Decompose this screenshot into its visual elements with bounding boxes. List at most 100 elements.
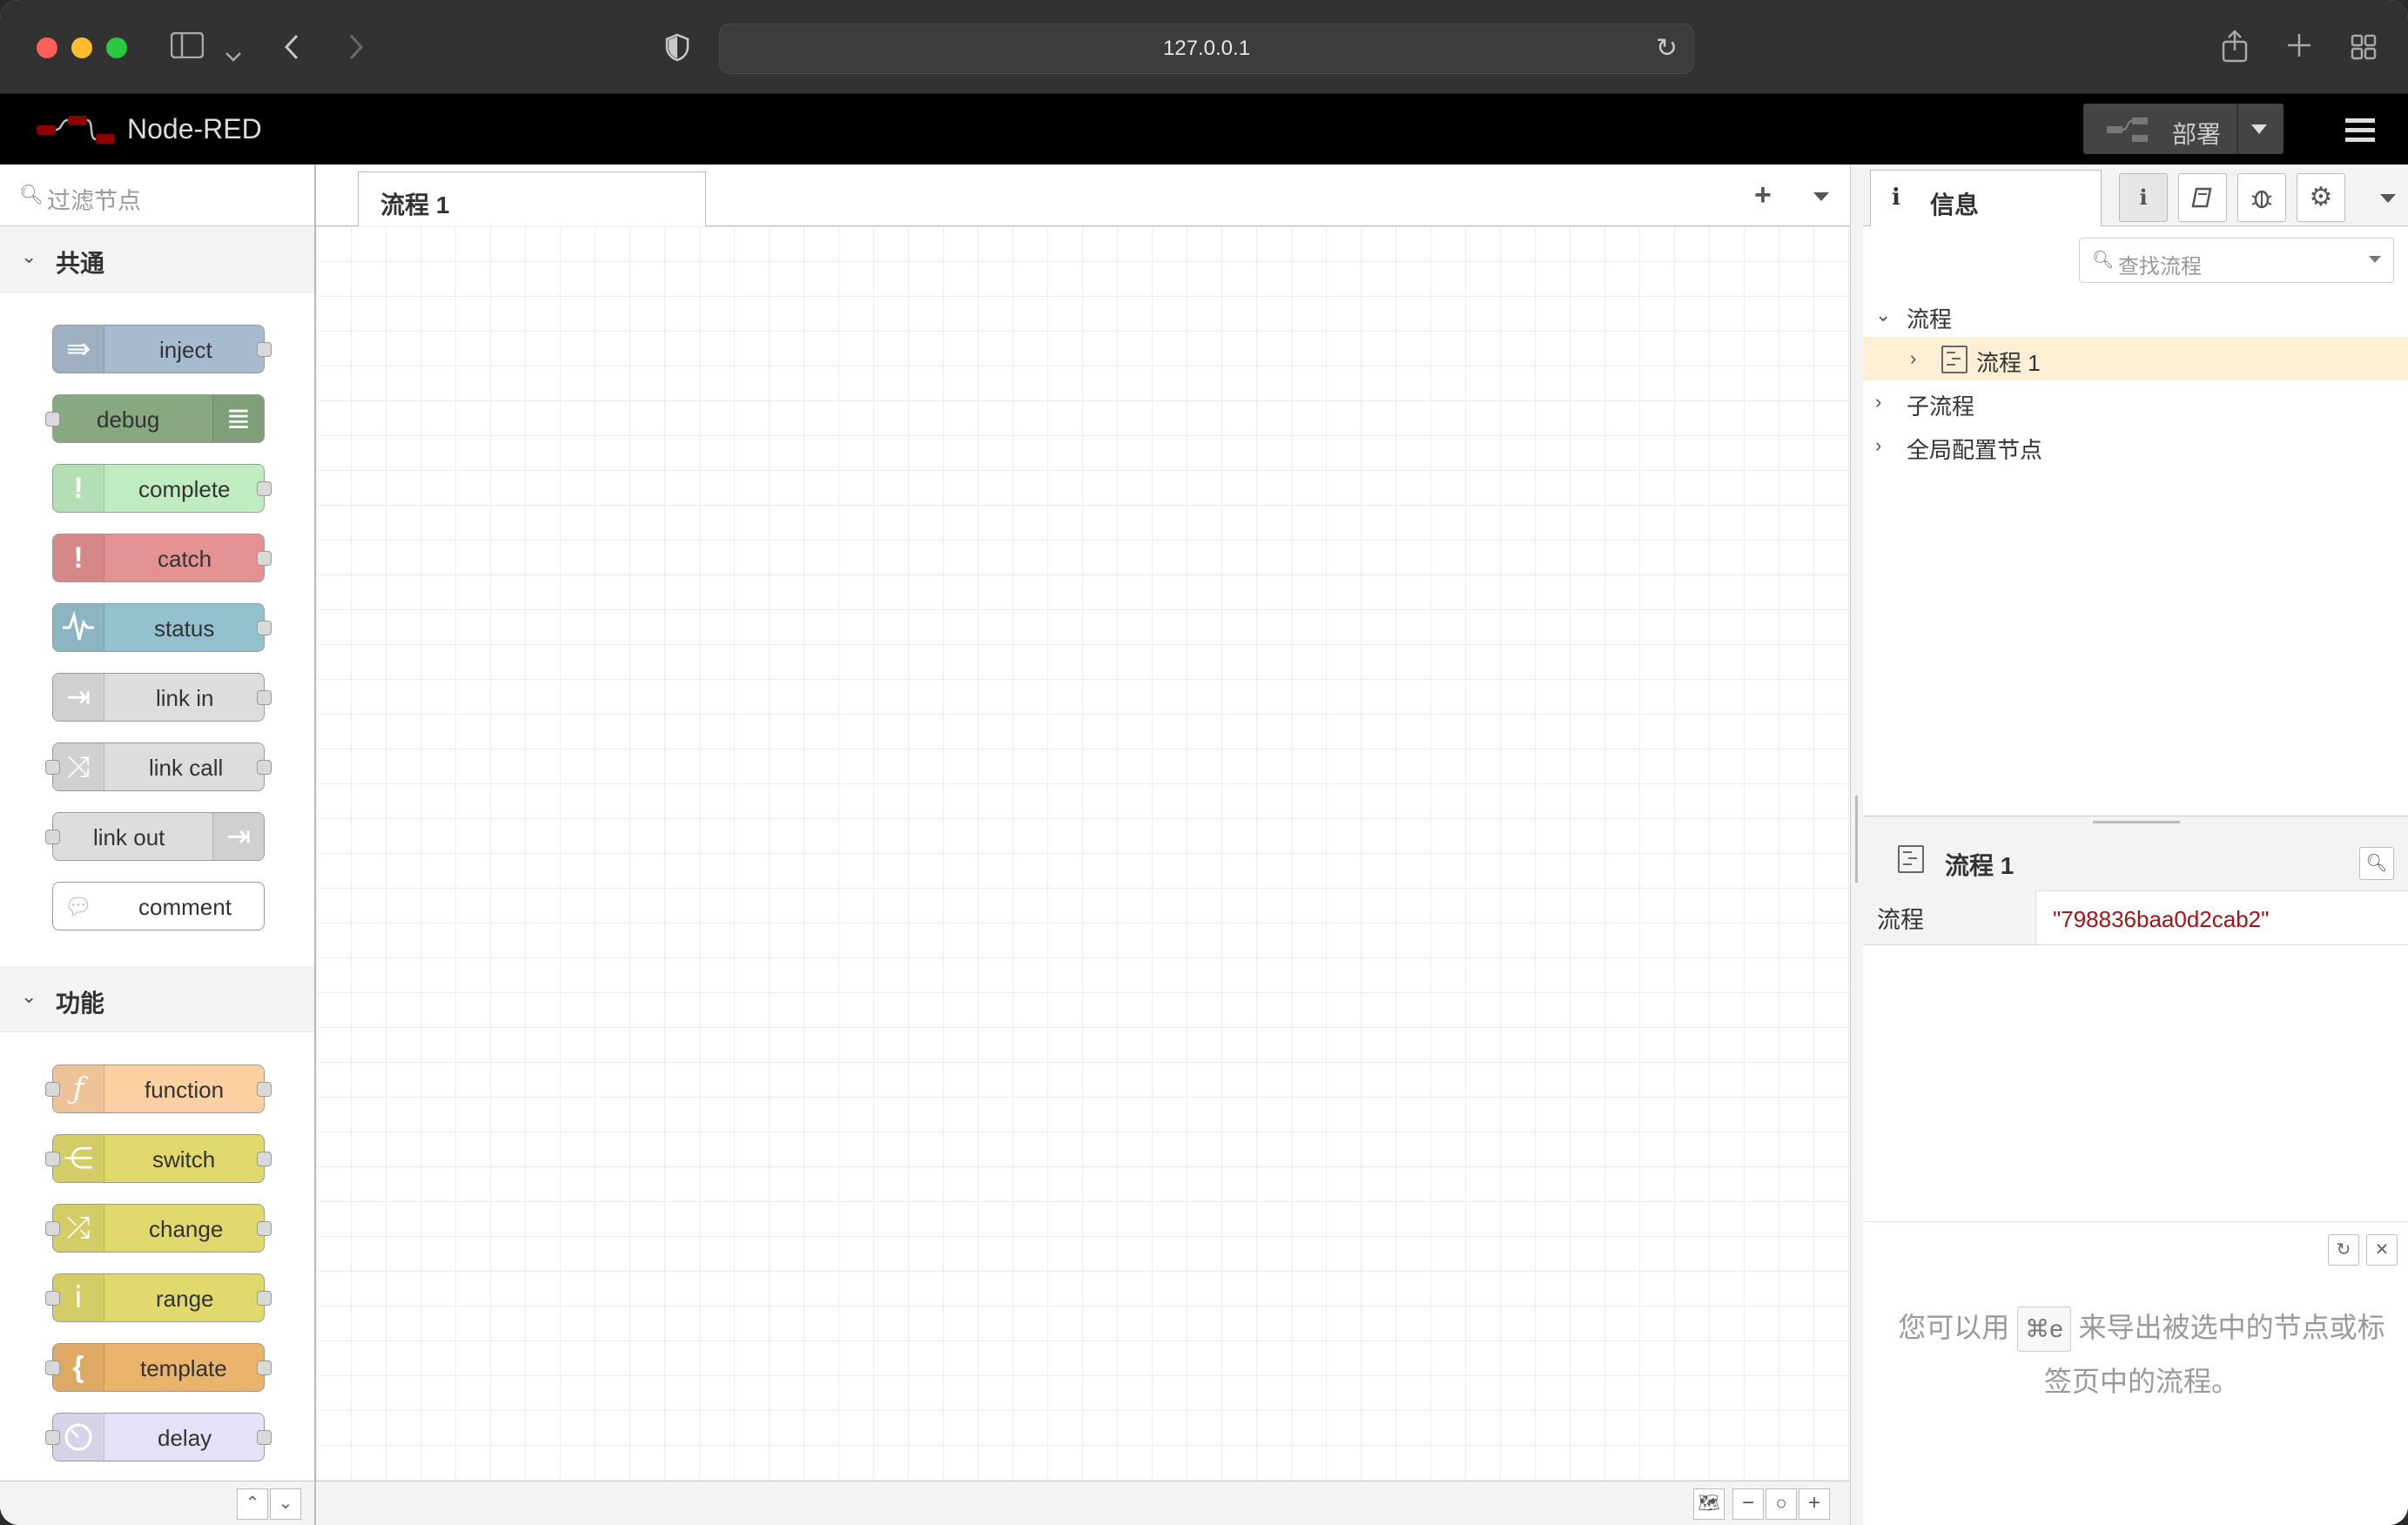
add-flow-icon[interactable]: +: [1754, 178, 1772, 212]
tab-label: 流程 1: [380, 191, 450, 218]
browser-toolbar: 127.0.0.1 ↻: [0, 0, 2408, 94]
palette-node-switch[interactable]: ⋲ switch: [45, 1134, 272, 1183]
tab-label: 信息: [1930, 191, 1980, 218]
node-label: complete: [138, 476, 231, 502]
tree-item-subflows[interactable]: › 子流程: [1863, 380, 2408, 424]
sidebar-menu-caret-icon[interactable]: [2380, 194, 2396, 203]
tree-label: 流程: [1907, 306, 1953, 333]
output-port: [257, 690, 272, 705]
shuffle-icon: ⤮: [53, 1205, 104, 1252]
palette-node-status[interactable]: status: [52, 603, 272, 652]
input-port: [45, 1360, 60, 1375]
input-port: [45, 1152, 60, 1166]
input-port: [45, 760, 60, 775]
share-icon[interactable]: [2222, 30, 2248, 69]
new-tab-icon[interactable]: [2286, 31, 2312, 64]
forward-icon[interactable]: [348, 33, 364, 66]
deploy-button[interactable]: 部署: [2083, 104, 2284, 154]
chevron-down-icon[interactable]: [225, 37, 242, 70]
node-label: catch: [158, 546, 212, 572]
bug-icon[interactable]: [2237, 173, 2286, 222]
node-label: debug: [97, 406, 160, 433]
search-options-caret-icon[interactable]: [2369, 256, 2381, 263]
tab-info[interactable]: i 信息: [1870, 170, 2102, 226]
shield-icon[interactable]: [665, 33, 689, 67]
palette-node-debug[interactable]: debug ≣: [45, 394, 265, 443]
workspace-footer: 🗺︎ − ○ +: [316, 1481, 1850, 1525]
deploy-menu-caret-icon[interactable]: [2251, 124, 2267, 134]
timer-icon: [53, 1414, 104, 1461]
tip-text-after: 来导出被选中的节点或标签页中的流程。: [2043, 1312, 2385, 1397]
flow-icon: [1941, 346, 1967, 373]
range-icon: ⅰ: [53, 1274, 104, 1321]
node-label: change: [149, 1216, 224, 1242]
search-icon[interactable]: 🔍︎: [2359, 847, 2394, 880]
palette-category-common[interactable]: ⌄ 共通: [0, 226, 314, 292]
gear-icon[interactable]: ⚙︎: [2297, 173, 2345, 222]
input-port: [45, 1082, 60, 1097]
close-icon[interactable]: ✕: [2366, 1234, 2398, 1266]
workspace: 流程 1 + 🗺︎ − ○ +: [316, 165, 1850, 1525]
palette-node-catch[interactable]: ! catch: [52, 534, 272, 582]
sidebar: i 信息 i ⚙︎ 🔍︎ 查找流程 ⌄ 流程 › 流程 1 › 子流程 › 全局…: [1863, 165, 2408, 1525]
expand-all-icon[interactable]: ⌄: [270, 1488, 301, 1520]
refresh-tip-icon[interactable]: ↻: [2328, 1234, 2359, 1266]
output-port: [257, 1430, 272, 1445]
palette-node-comment[interactable]: 💬︎ comment: [52, 882, 265, 930]
palette-node-link-in[interactable]: ⇥ link in: [52, 673, 272, 722]
address-bar[interactable]: 127.0.0.1 ↻: [719, 24, 1694, 74]
output-port: [257, 1152, 272, 1166]
handle-grip: [2093, 821, 2180, 823]
palette-node-inject[interactable]: ⇛ inject: [52, 325, 272, 373]
minimize-window-button[interactable]: [71, 37, 92, 58]
flow-search-input[interactable]: 🔍︎ 查找流程: [2079, 238, 2394, 283]
zoom-in-icon[interactable]: +: [1799, 1488, 1830, 1520]
reload-icon[interactable]: ↻: [1656, 24, 1678, 73]
zoom-reset-icon[interactable]: ○: [1766, 1488, 1797, 1520]
zoom-window-button[interactable]: [106, 37, 127, 58]
palette-node-link-call[interactable]: ⤨ link call: [45, 742, 272, 791]
palette-filter[interactable]: 🔍︎ 过滤节点: [0, 165, 314, 226]
function-icon: ƒ: [53, 1065, 104, 1112]
tree-label: 全局配置节点: [1907, 437, 2043, 463]
tab-overview-icon[interactable]: [2351, 33, 2377, 66]
tree-item-flow-1[interactable]: › 流程 1: [1863, 337, 2408, 380]
node-label: status: [154, 615, 215, 642]
node-label: link out: [93, 824, 165, 850]
palette-category-function[interactable]: ⌄ 功能: [0, 966, 314, 1032]
node-label: inject: [159, 337, 212, 363]
info-icon[interactable]: i: [2119, 173, 2168, 222]
comment-bubble-icon: 💬︎: [64, 893, 93, 919]
tree-item-global-config[interactable]: › 全局配置节点: [1863, 424, 2408, 467]
nodered-logo-icon: [35, 113, 118, 152]
main-menu-icon[interactable]: [2345, 118, 2375, 147]
palette-node-template[interactable]: { template: [45, 1343, 272, 1392]
flow-canvas[interactable]: [316, 226, 1850, 1481]
palette-node-link-out[interactable]: link out ⇥: [45, 812, 265, 861]
back-icon[interactable]: [284, 33, 299, 66]
flow-icon: [1898, 845, 1924, 873]
tab-flow-1[interactable]: 流程 1: [358, 171, 706, 226]
palette-node-range[interactable]: ⅰ range: [45, 1273, 272, 1322]
tip-text: 您可以用 ⌘e 来导出被选中的节点或标签页中的流程。: [1889, 1300, 2394, 1408]
property-value: "798836baa0d2cab2": [2053, 906, 2270, 932]
close-window-button[interactable]: [37, 37, 57, 58]
outline-tree: ⌄ 流程 › 流程 1 › 子流程 › 全局配置节点: [1863, 293, 2408, 467]
tab-menu-caret-icon[interactable]: [1813, 192, 1829, 201]
palette-node-complete[interactable]: ! complete: [52, 464, 272, 513]
navigator-map-icon[interactable]: 🗺︎: [1693, 1488, 1725, 1520]
link-call-icon: ⤨: [53, 743, 104, 790]
output-port: [257, 1291, 272, 1306]
palette-node-function[interactable]: ƒ function: [45, 1065, 272, 1113]
palette-node-delay[interactable]: delay: [45, 1413, 272, 1461]
tree-item-flows[interactable]: ⌄ 流程: [1863, 293, 2408, 337]
sidebar-tabs: i 信息 i ⚙︎: [1863, 165, 2408, 226]
sidebar-splitter[interactable]: [1850, 165, 1864, 1525]
book-icon[interactable]: [2178, 173, 2227, 222]
zoom-out-icon[interactable]: −: [1732, 1488, 1764, 1520]
sidebar-icon[interactable]: [170, 31, 205, 64]
collapse-all-icon[interactable]: ⌃: [237, 1488, 268, 1520]
output-port: [257, 621, 272, 635]
node-label: switch: [152, 1146, 216, 1172]
palette-node-change[interactable]: ⤮ change: [45, 1204, 272, 1253]
